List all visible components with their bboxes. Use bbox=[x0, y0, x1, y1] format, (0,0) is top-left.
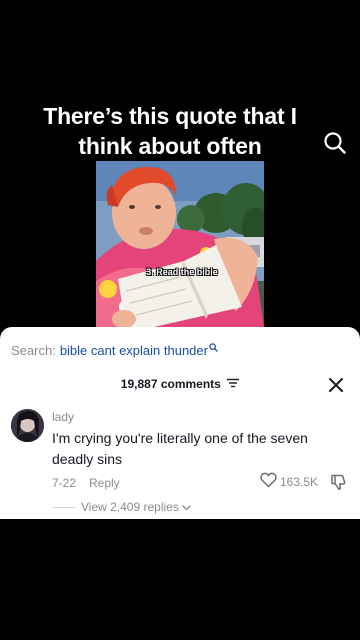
comments-sheet: Search: bible cant explain thunder 19,88… bbox=[0, 327, 360, 519]
like-button[interactable]: 163.5K bbox=[260, 472, 319, 493]
reply-button[interactable]: Reply bbox=[89, 476, 120, 490]
thumbs-down-icon[interactable] bbox=[329, 473, 347, 491]
screen: There’s this quote that I think about of… bbox=[0, 0, 360, 640]
search-icon bbox=[209, 340, 218, 355]
heart-icon bbox=[260, 472, 277, 493]
search-query-link[interactable]: bible cant explain thunder bbox=[60, 343, 208, 358]
sort-icon[interactable] bbox=[227, 377, 240, 391]
avatar[interactable] bbox=[11, 409, 44, 442]
view-replies-button[interactable]: View 2,409 replies bbox=[52, 500, 191, 514]
close-icon[interactable] bbox=[327, 376, 345, 394]
view-replies-label: View 2,409 replies bbox=[81, 500, 179, 514]
like-count: 163.5K bbox=[280, 475, 319, 489]
search-label: Search: bbox=[11, 342, 56, 358]
comment-username[interactable]: lady bbox=[52, 410, 74, 424]
video-frame-image bbox=[96, 161, 264, 327]
video-caption: There’s this quote that I think about of… bbox=[43, 103, 297, 159]
comment-search-suggestion[interactable]: Search: bible cant explain thunder bbox=[11, 342, 218, 358]
comments-count: 19,887 comments bbox=[120, 376, 221, 391]
comment-date: 7-22 bbox=[52, 476, 77, 490]
chevron-down-icon bbox=[182, 500, 191, 514]
replies-divider bbox=[52, 506, 76, 508]
video-overlay-text: 3. Read the bible bbox=[146, 267, 218, 277]
search-icon[interactable] bbox=[322, 130, 348, 156]
comments-count-header: 19,887 comments bbox=[0, 376, 360, 392]
video-thumbnail[interactable]: 3. Read the bible bbox=[96, 161, 264, 327]
comment-text: I'm crying you're literally one of the s… bbox=[52, 430, 308, 467]
